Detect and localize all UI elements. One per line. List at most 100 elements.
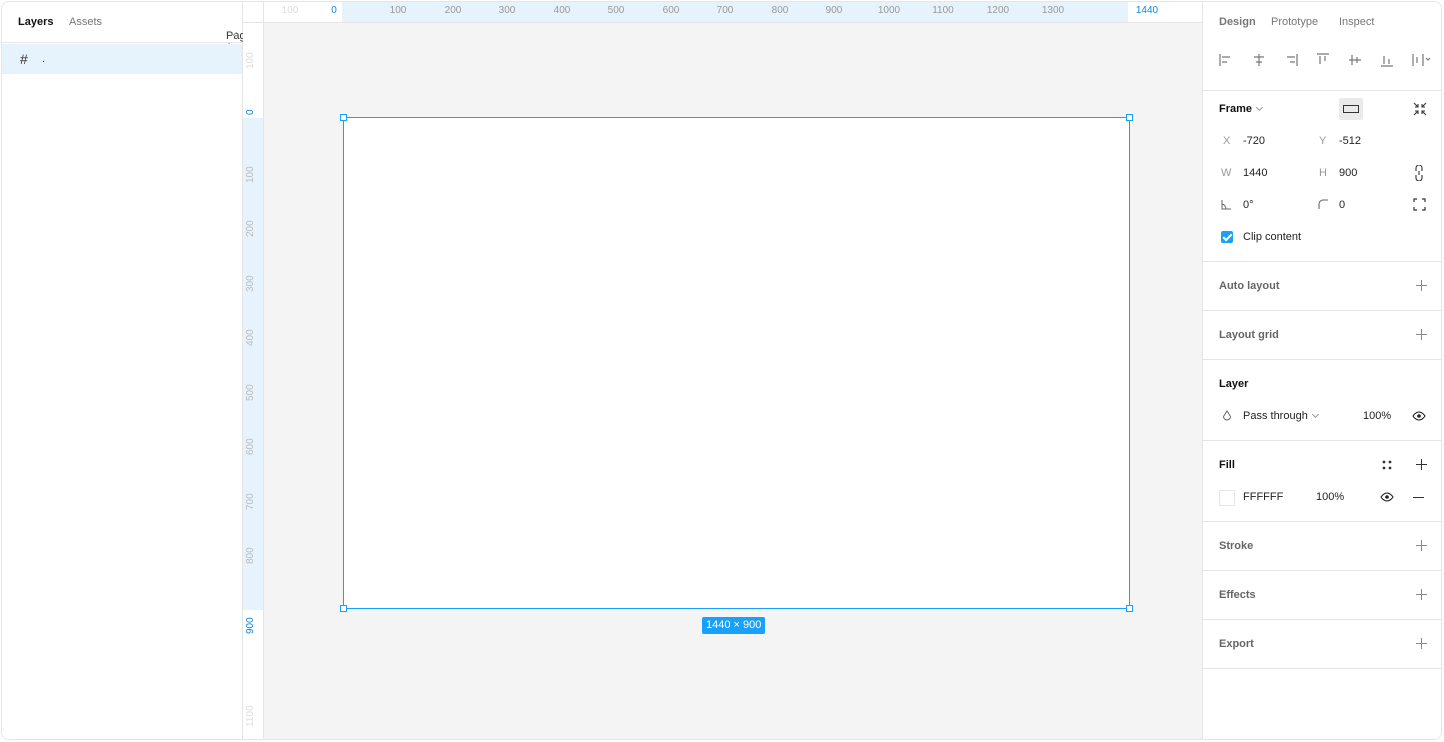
ruler-tick: 700 — [716, 5, 734, 16]
y-input[interactable]: -512 — [1339, 135, 1361, 147]
align-top-icon[interactable] — [1315, 52, 1331, 68]
blend-mode-icon — [1222, 410, 1232, 421]
ruler-tick: 300 — [498, 5, 516, 16]
right-panel-tabs: Design Prototype Inspect — [1203, 2, 1441, 43]
frame-section: Frame X -720 Y -512 W 1440 H 900 0° 0 Cl… — [1203, 90, 1441, 261]
properties-panel: Design Prototype Inspect Frame X -720 Y … — [1202, 2, 1441, 739]
ruler-tick: 600 — [662, 5, 680, 16]
w-label: W — [1221, 167, 1232, 179]
selected-frame[interactable] — [340, 114, 1133, 612]
width-input[interactable]: 1440 — [1243, 167, 1267, 179]
corner-radius-input[interactable]: 0 — [1339, 199, 1345, 211]
horizontal-ruler: 100 0 100 200 300 400 500 600 700 800 90… — [264, 2, 1202, 23]
resize-handle-top-right[interactable] — [1126, 114, 1133, 121]
layers-panel: Layers Assets Page 1 # . — [2, 2, 252, 739]
layer-section-title: Layer — [1219, 378, 1249, 390]
effects-title: Effects — [1219, 589, 1256, 601]
fill-hex-input[interactable]: FFFFFF — [1243, 491, 1283, 503]
ruler-tick: 400 — [553, 5, 571, 16]
left-panel-tabs: Layers Assets Page 1 — [2, 2, 252, 54]
alignment-toolbar — [1203, 48, 1441, 72]
export-section: Export — [1203, 619, 1441, 669]
rotation-input[interactable]: 0° — [1243, 199, 1254, 211]
ruler-tick: 800 — [245, 547, 256, 564]
align-left-icon[interactable] — [1218, 52, 1234, 68]
ruler-tick: 100 — [245, 52, 256, 69]
layer-row[interactable]: # . — [2, 44, 242, 74]
ruler-tick: 200 — [245, 220, 256, 237]
align-right-icon[interactable] — [1283, 52, 1299, 68]
eye-icon[interactable] — [1412, 411, 1426, 421]
eye-icon[interactable] — [1380, 492, 1394, 502]
y-label: Y — [1319, 135, 1327, 147]
distribute-icon[interactable] — [1411, 52, 1433, 68]
height-input[interactable]: 900 — [1339, 167, 1357, 179]
ruler-tick: 0 — [331, 5, 337, 16]
x-label: X — [1223, 135, 1231, 147]
blend-mode-select[interactable]: Pass through — [1243, 410, 1319, 422]
ruler-tick: 500 — [607, 5, 625, 16]
export-title: Export — [1219, 638, 1254, 650]
landscape-icon[interactable] — [1343, 104, 1359, 114]
frame-section-title[interactable]: Frame — [1219, 103, 1264, 115]
clip-content-checkbox[interactable] — [1221, 231, 1233, 243]
ruler-tick: 1100 — [245, 705, 256, 727]
ruler-corner — [243, 2, 264, 23]
tab-layers[interactable]: Layers — [18, 16, 53, 28]
align-vertical-center-icon[interactable] — [1347, 52, 1363, 68]
ruler-tick: 500 — [245, 384, 256, 401]
resize-handle-bottom-left[interactable] — [340, 605, 347, 612]
tab-design[interactable]: Design — [1219, 16, 1256, 28]
tab-assets[interactable]: Assets — [69, 16, 102, 28]
fill-opacity-input[interactable]: 100% — [1316, 491, 1344, 503]
styles-grid-icon[interactable] — [1382, 460, 1392, 470]
add-effect-icon[interactable] — [1416, 589, 1427, 600]
resize-handle-top-left[interactable] — [340, 114, 347, 121]
size-badge: 1440 × 900 — [702, 617, 766, 634]
blend-mode-label: Pass through — [1243, 410, 1308, 422]
layer-opacity-input[interactable]: 100% — [1363, 410, 1391, 422]
resize-handle-bottom-right[interactable] — [1126, 605, 1133, 612]
ruler-tick: 1300 — [1041, 5, 1065, 16]
canvas[interactable]: 100 0 100 200 300 400 500 600 700 800 90… — [243, 2, 1202, 739]
tab-prototype[interactable]: Prototype — [1271, 16, 1318, 28]
ruler-tick: 1100 — [932, 5, 954, 16]
chevron-down-icon — [1311, 410, 1319, 419]
constrain-proportions-icon[interactable] — [1414, 165, 1424, 181]
stroke-section: Stroke — [1203, 521, 1441, 570]
independent-corners-icon[interactable] — [1413, 198, 1426, 211]
app-window: Layers Assets Page 1 # . 100 0 100 200 3… — [1, 1, 1442, 740]
add-fill-icon[interactable] — [1416, 459, 1427, 470]
ruler-tick: 600 — [245, 438, 256, 455]
align-bottom-icon[interactable] — [1379, 52, 1395, 68]
add-stroke-icon[interactable] — [1416, 540, 1427, 551]
ruler-tick: 200 — [444, 5, 462, 16]
x-input[interactable]: -720 — [1243, 135, 1265, 147]
ruler-tick: 100 — [281, 5, 299, 16]
frame-icon: # — [20, 51, 28, 67]
clip-content-label: Clip content — [1243, 231, 1302, 243]
align-horizontal-center-icon[interactable] — [1251, 52, 1267, 68]
ruler-tick: 1440 — [1135, 5, 1159, 16]
ruler-tick: 1000 — [877, 5, 901, 16]
ruler-tick: 900 — [825, 5, 843, 16]
ruler-tick: 400 — [245, 329, 256, 346]
layer-section: Layer Pass through 100% — [1203, 359, 1441, 440]
vertical-ruler: 100 0 100 200 300 400 500 600 700 800 90… — [243, 23, 264, 739]
ruler-tick: 700 — [245, 493, 256, 510]
add-layout-grid-icon[interactable] — [1416, 329, 1427, 340]
ruler-tick: 100 — [389, 5, 407, 16]
ruler-tick: 900 — [245, 617, 256, 634]
ruler-tick: 800 — [771, 5, 789, 16]
h-label: H — [1319, 167, 1327, 179]
corner-radius-icon — [1318, 199, 1328, 209]
add-export-icon[interactable] — [1416, 638, 1427, 649]
resize-to-fit-icon[interactable] — [1413, 102, 1427, 116]
auto-layout-section: Auto layout — [1203, 261, 1441, 310]
remove-fill-icon[interactable] — [1413, 497, 1424, 498]
add-auto-layout-icon[interactable] — [1416, 280, 1427, 291]
tab-inspect[interactable]: Inspect — [1339, 16, 1374, 28]
ruler-tick: 0 — [245, 109, 256, 115]
ruler-tick: 1200 — [986, 5, 1010, 16]
fill-color-swatch[interactable] — [1219, 490, 1235, 506]
